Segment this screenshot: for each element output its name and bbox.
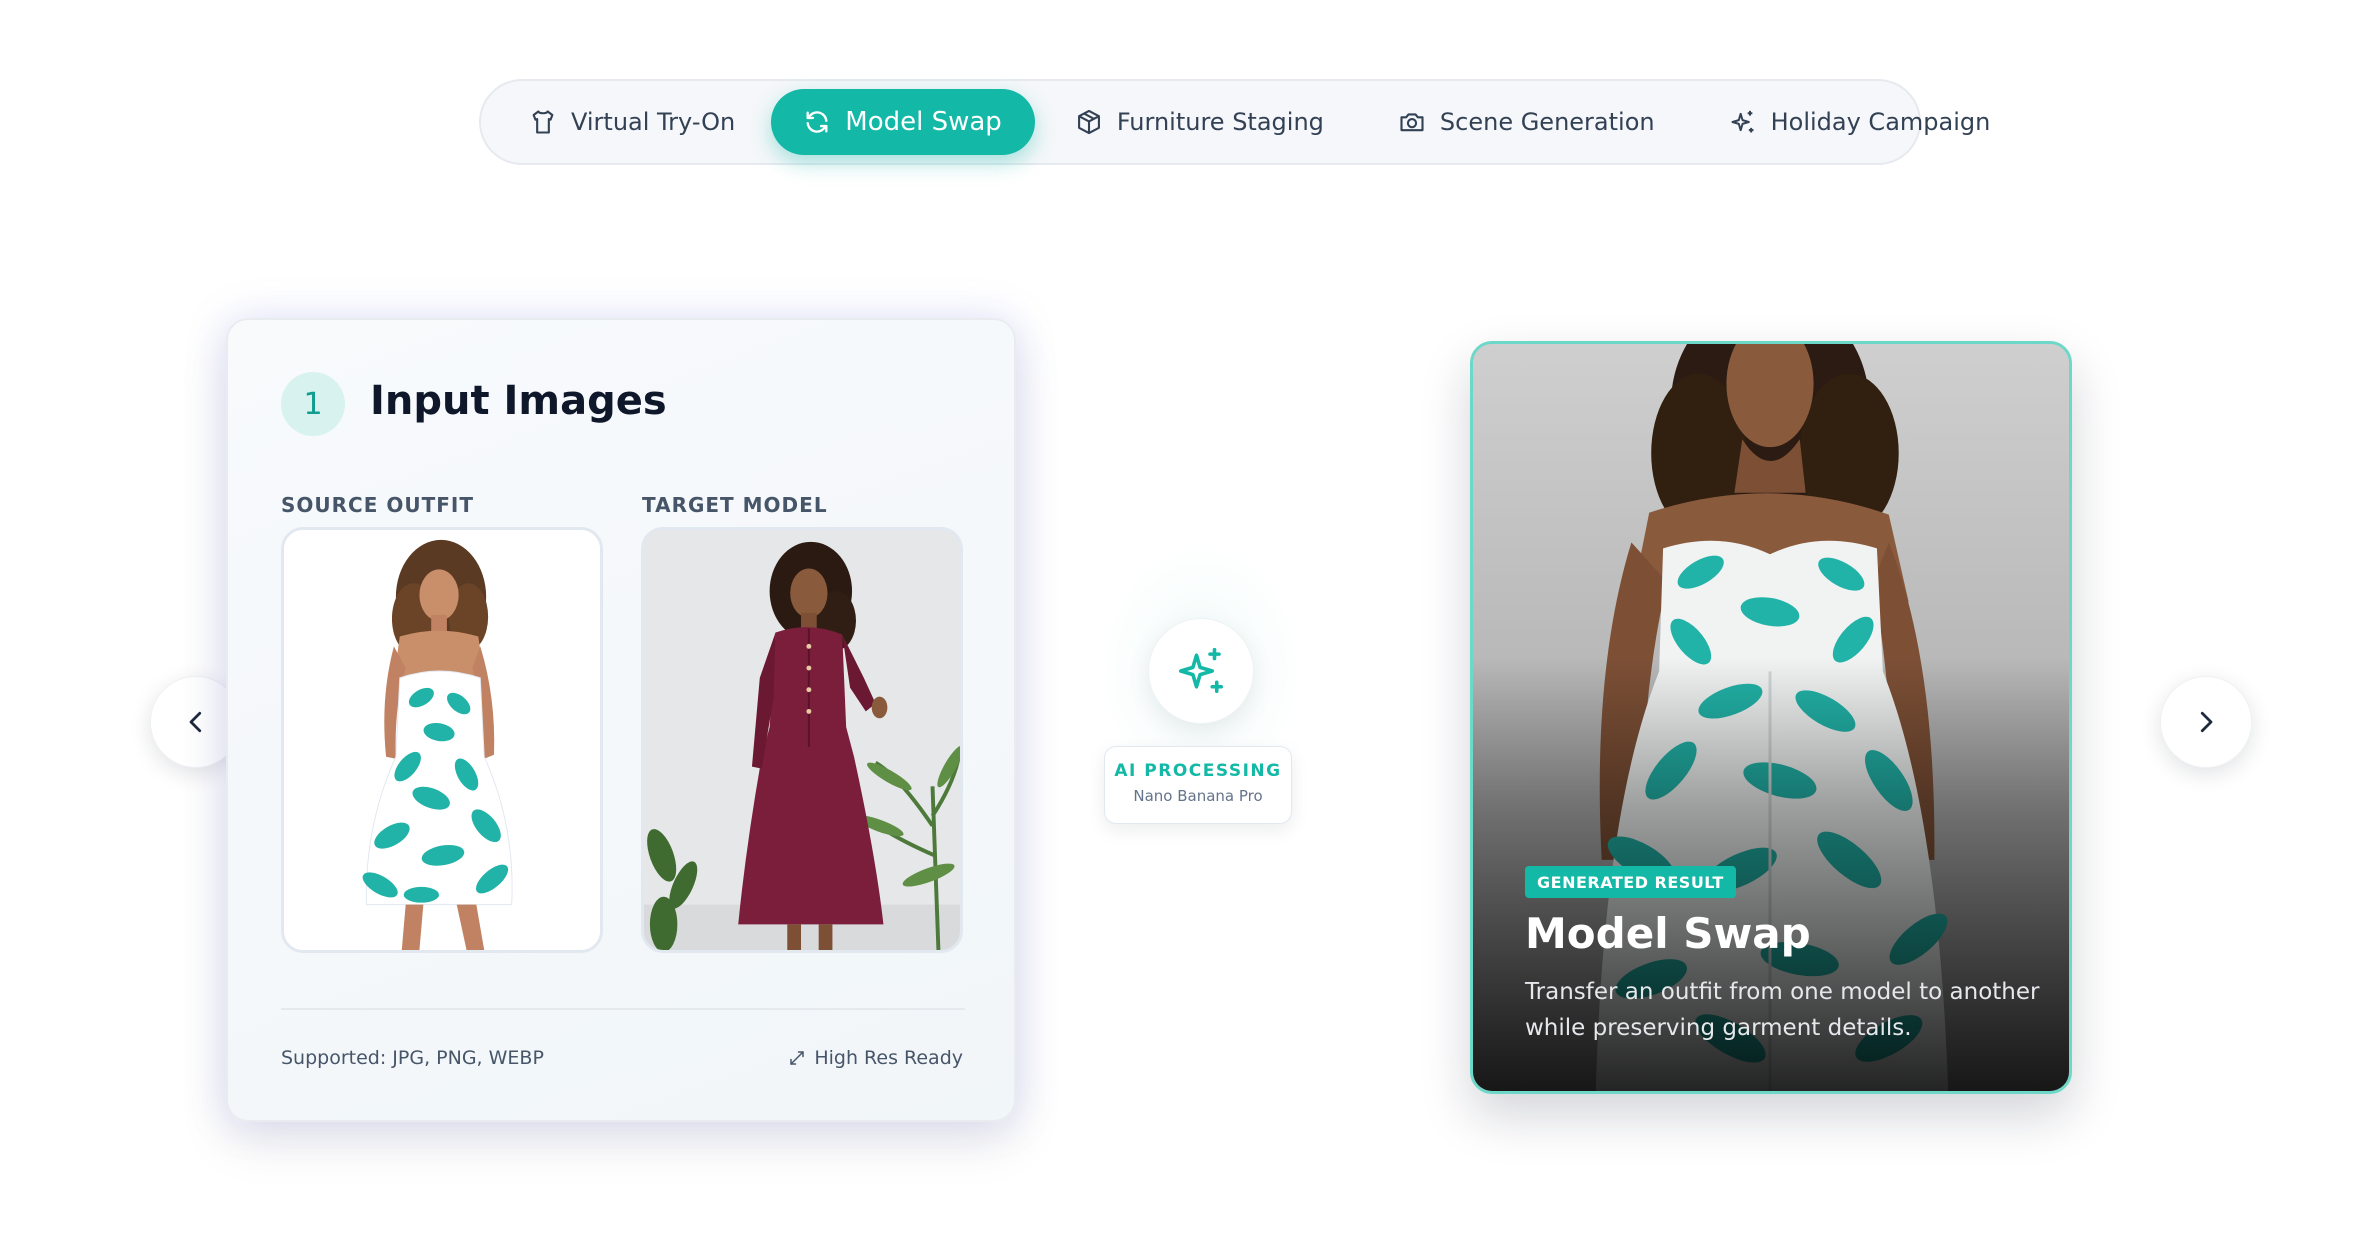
page: Virtual Try-On Model Swap Furniture Stag… [0,0,2368,1248]
chevron-left-icon [189,711,202,733]
supported-formats: Supported: JPG, PNG, WEBP [281,1047,544,1069]
generated-result-badge: GENERATED RESULT [1525,866,1736,898]
expand-icon [790,1051,805,1065]
generated-result-card: GENERATED RESULT Model Swap Transfer an … [1470,341,2072,1094]
input-images-card: 1 Input Images SOURCE OUTFIT TARGET MODE… [226,318,1016,1122]
shirt-icon [532,110,554,134]
ai-processing-pill: AI PROCESSING Nano Banana Pro [1104,746,1292,824]
high-res-indicator: High Res Ready [788,1047,963,1069]
ai-processing-label: AI PROCESSING [1114,761,1282,781]
tab-label: Scene Generation [1439,108,1655,136]
card-divider [281,1008,965,1010]
tab-label: Holiday Campaign [1770,108,1991,136]
source-outfit-photo [284,530,600,950]
result-description: Transfer an outfit from one model to ano… [1525,979,2040,1041]
target-model-image[interactable] [641,527,963,953]
tab-scene-generation[interactable]: Scene Generation [1372,89,1681,155]
sparkles-icon [1731,110,1754,133]
target-model-label: TARGET MODEL [642,493,828,517]
high-res-label: High Res Ready [814,1047,963,1069]
tab-label: Virtual Try-On [571,108,736,136]
refresh-icon [806,111,828,133]
source-outfit-label: SOURCE OUTFIT [281,493,474,517]
camera-icon [1400,113,1424,132]
result-title: Model Swap [1525,909,1811,958]
chevron-right-icon [2200,711,2213,733]
source-outfit-image[interactable] [281,527,603,953]
tab-label: Furniture Staging [1116,108,1324,136]
tab-furniture-staging[interactable]: Furniture Staging [1049,89,1350,155]
ai-processing-orb [1148,618,1254,724]
box-icon [1077,109,1100,135]
ai-model-name: Nano Banana Pro [1133,787,1263,805]
tab-virtual-try-on[interactable]: Virtual Try-On [503,89,761,155]
tab-model-swap[interactable]: Model Swap [771,89,1035,155]
sparkles-icon [1178,647,1224,694]
use-case-tabs: Virtual Try-On Model Swap Furniture Stag… [479,79,1990,165]
tab-holiday-campaign[interactable]: Holiday Campaign [1703,89,2017,155]
target-model-photo [644,530,960,950]
next-button[interactable] [2160,676,2252,768]
tab-label: Model Swap [845,107,1002,137]
step-badge: 1 [281,372,345,436]
card-title: Input Images [370,378,667,424]
